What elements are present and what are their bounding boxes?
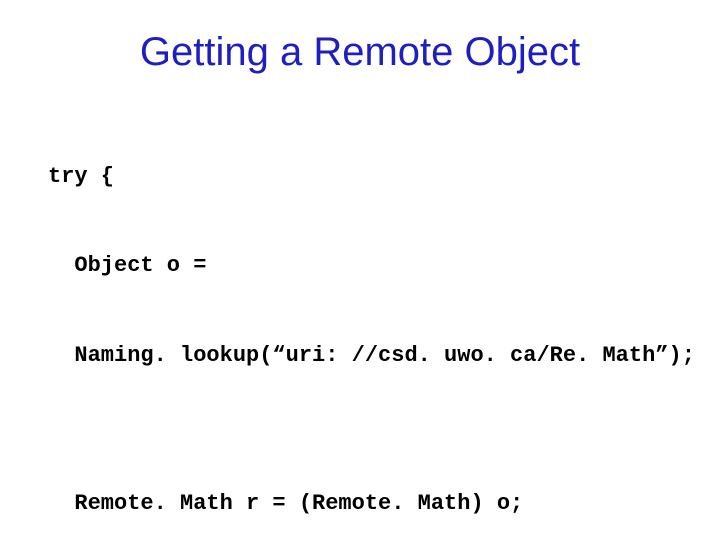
code-line: Naming. lookup(“uri: //csd. uwo. ca/Re. …	[48, 341, 672, 371]
code-line: Object o =	[48, 251, 672, 281]
code-line: Remote. Math r = (Remote. Math) o;	[48, 489, 672, 519]
code-line: try {	[48, 162, 672, 192]
code-block: try { Object o = Naming. lookup(“uri: //…	[48, 103, 672, 540]
slide: Getting a Remote Object try { Object o =…	[0, 0, 720, 540]
slide-title: Getting a Remote Object	[48, 30, 672, 75]
